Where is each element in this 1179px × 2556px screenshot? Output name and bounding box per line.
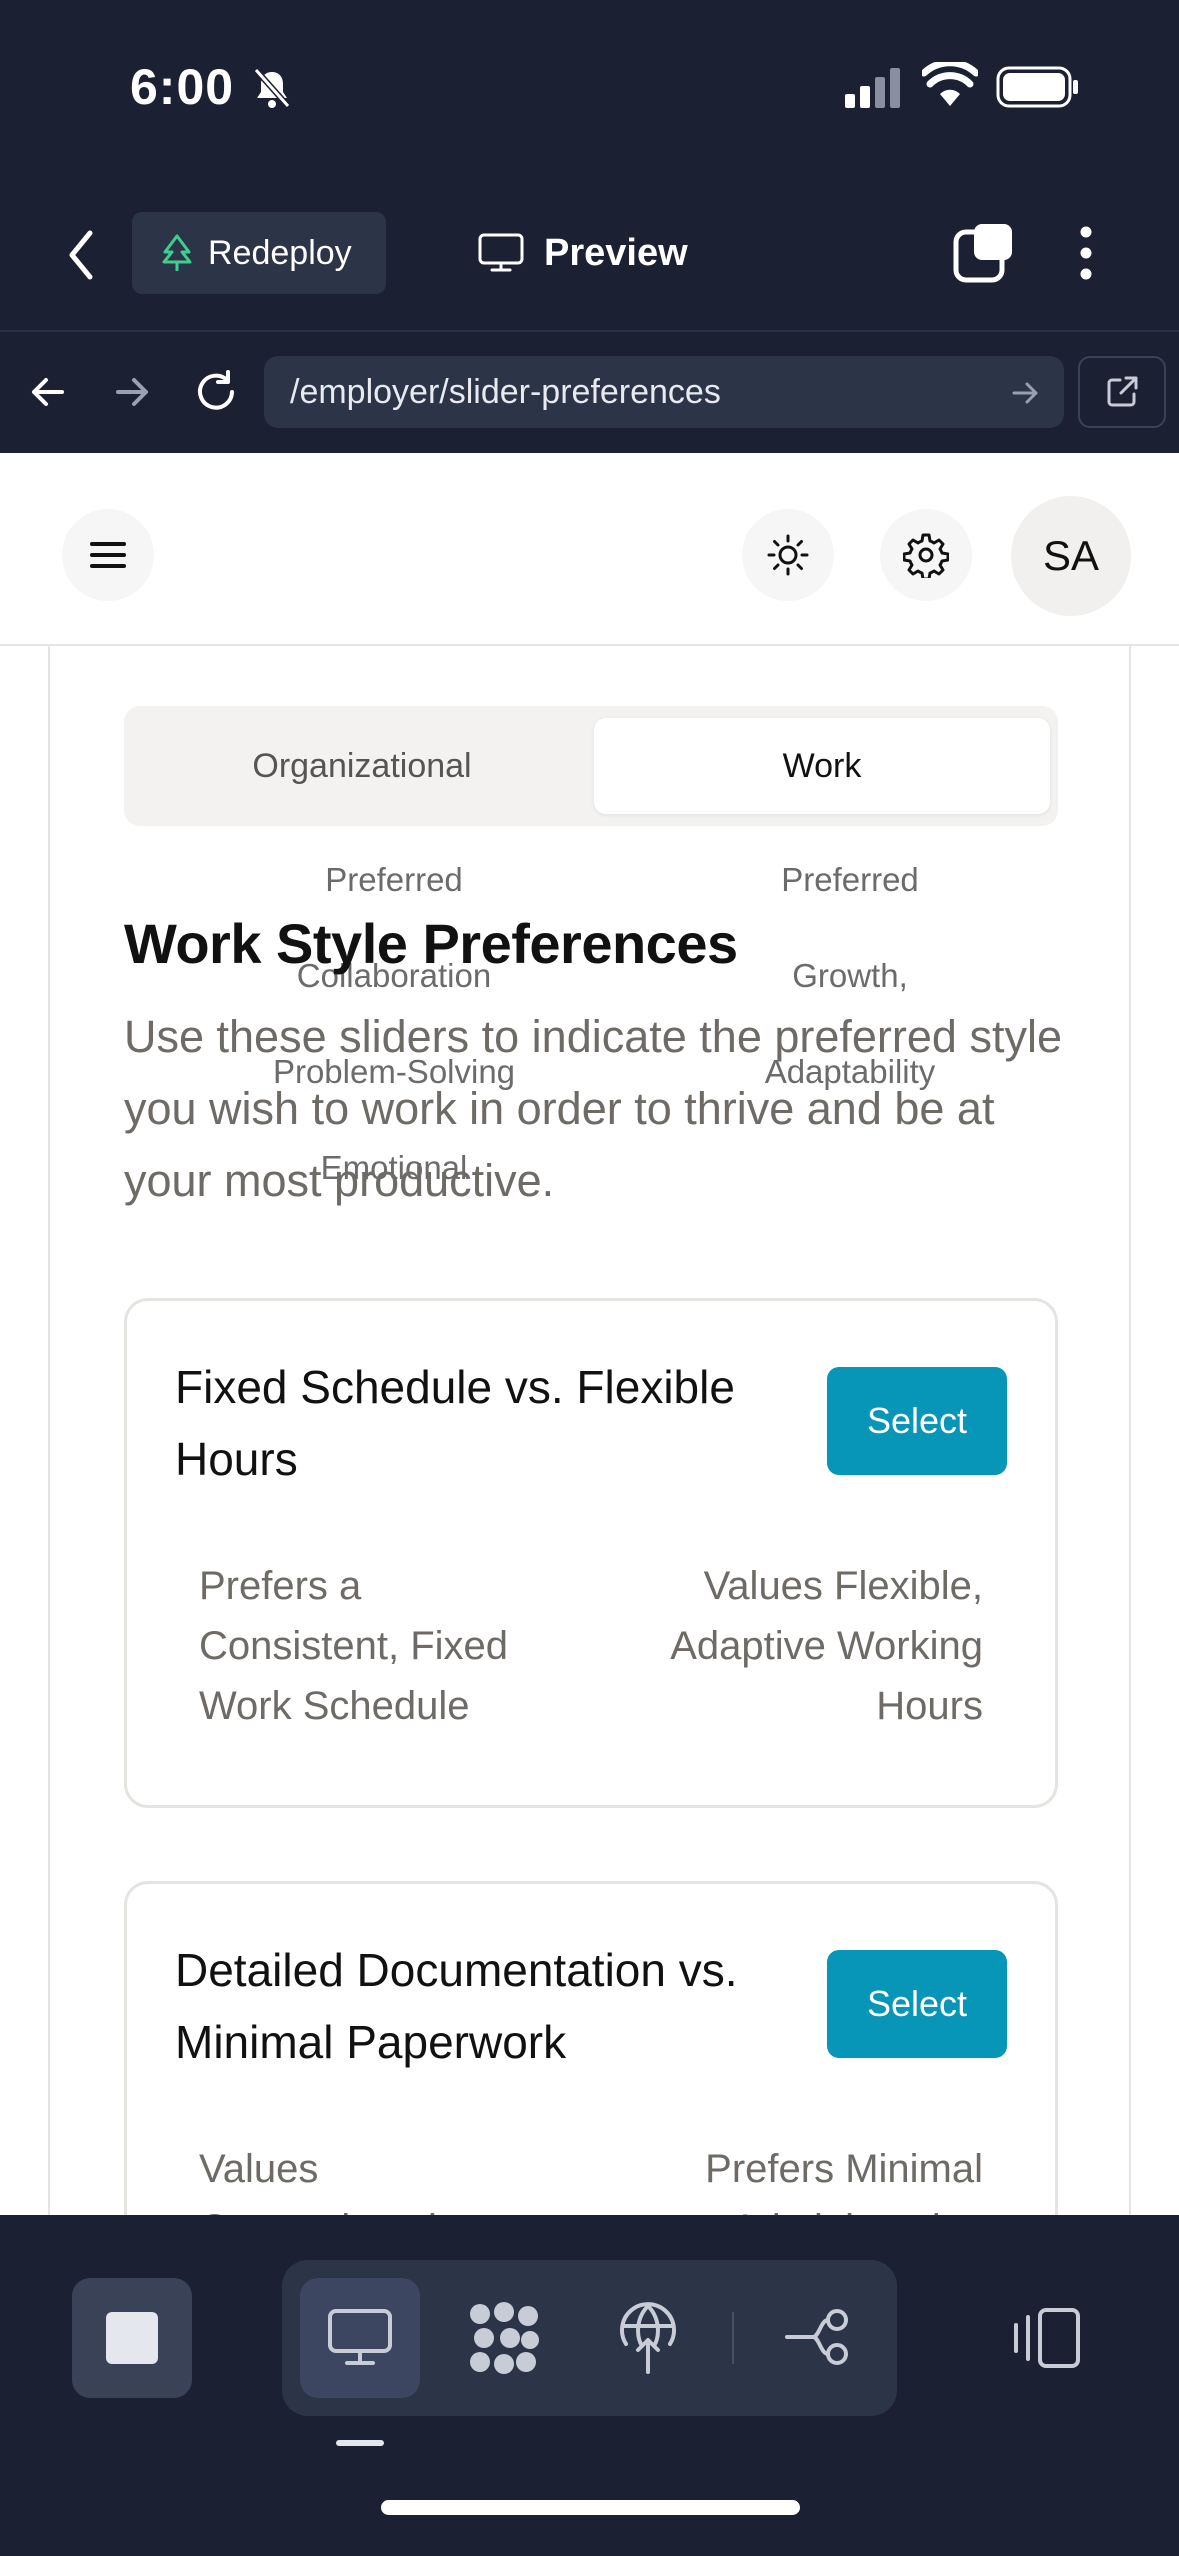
redeploy-label: Redeploy — [208, 233, 352, 272]
monitor-icon — [328, 2309, 392, 2365]
url-bar: /employer/slider-preferences — [0, 330, 1179, 453]
url-input[interactable]: /employer/slider-preferences — [264, 356, 1064, 428]
preview-label: Preview — [544, 231, 688, 274]
side-panel-icon[interactable] — [1010, 2307, 1082, 2369]
preview-button[interactable]: Preview — [478, 223, 688, 283]
page-subtitle: Use these sliders to indicate the prefer… — [124, 1011, 1062, 1206]
hamburger-icon — [90, 542, 126, 568]
monitor-icon — [478, 233, 524, 272]
web-content: SA Organizational Work Preferred Collabo… — [0, 453, 1179, 2215]
select-button[interactable]: Select — [827, 1367, 1007, 1475]
external-link-icon — [1107, 376, 1138, 407]
wifi-icon — [922, 62, 978, 106]
dots-cluster-icon — [470, 2302, 539, 2374]
workflow-icon — [785, 2309, 848, 2365]
category-tabs: Organizational Work — [124, 706, 1058, 826]
desktop-view-button[interactable] — [300, 2278, 420, 2398]
preference-card: Fixed Schedule vs. Flexible Hours Select… — [124, 1298, 1058, 1808]
site-header: SA — [0, 453, 1179, 646]
workflow-view-button[interactable] — [758, 2278, 878, 2398]
theme-toggle-button[interactable] — [742, 509, 834, 601]
page-title: Work Style Preferences — [124, 912, 738, 975]
stop-button[interactable] — [72, 2278, 192, 2398]
tabs-icon[interactable] — [952, 222, 1014, 284]
status-time: 6:00 — [130, 59, 235, 115]
preferences-panel: Organizational Work Preferred Collaborat… — [48, 646, 1131, 2215]
card-title: Detailed Documentation vs. Minimal Paper… — [175, 1944, 738, 2068]
open-external-button[interactable] — [1078, 356, 1166, 428]
tree-icon — [162, 234, 192, 271]
left-option-label: Values Comprehensive — [199, 2147, 479, 2215]
deploy-view-button[interactable] — [588, 2278, 708, 2398]
redeploy-button[interactable]: Redeploy — [132, 212, 386, 294]
view-switcher — [282, 2260, 897, 2416]
active-indicator — [336, 2440, 384, 2446]
app-toolbar: Redeploy Preview — [0, 175, 1179, 330]
battery-icon — [996, 66, 1078, 108]
cluster-view-button[interactable] — [444, 2278, 564, 2398]
home-indicator — [381, 2500, 800, 2515]
stop-square-icon — [106, 2312, 158, 2364]
menu-button[interactable] — [62, 509, 154, 601]
globe-upload-icon — [620, 2302, 676, 2374]
back-chevron-icon[interactable] — [62, 227, 102, 283]
url-text: /employer/slider-preferences — [290, 372, 721, 411]
reload-icon[interactable] — [192, 368, 240, 416]
settings-button[interactable] — [880, 509, 972, 601]
preference-card: Detailed Documentation vs. Minimal Paper… — [124, 1881, 1058, 2215]
more-vertical-icon[interactable] — [1078, 225, 1094, 281]
bell-slash-icon — [253, 68, 291, 108]
go-arrow-icon[interactable] — [1010, 378, 1040, 408]
arrow-right-icon[interactable] — [112, 372, 152, 412]
signal-icon — [845, 68, 900, 108]
left-option-label: Prefers a Consistent, Fixed Work Schedul… — [199, 1564, 509, 1728]
right-option-label: Values Flexible, Adaptive Working Hours — [670, 1564, 983, 1728]
status-bar: 6:00 — [0, 0, 1179, 175]
tab-organizational[interactable]: Organizational — [134, 718, 590, 814]
divider — [732, 2312, 734, 2364]
arrow-left-icon[interactable] — [28, 372, 68, 412]
sun-icon — [767, 534, 809, 576]
card-title: Fixed Schedule vs. Flexible Hours — [175, 1361, 735, 1485]
avatar[interactable]: SA — [1011, 496, 1131, 616]
right-option-label: Prefers Minimal Administrative — [705, 2147, 983, 2215]
gear-icon — [903, 533, 949, 578]
tab-work[interactable]: Work — [594, 718, 1050, 814]
select-button[interactable]: Select — [827, 1950, 1007, 2058]
